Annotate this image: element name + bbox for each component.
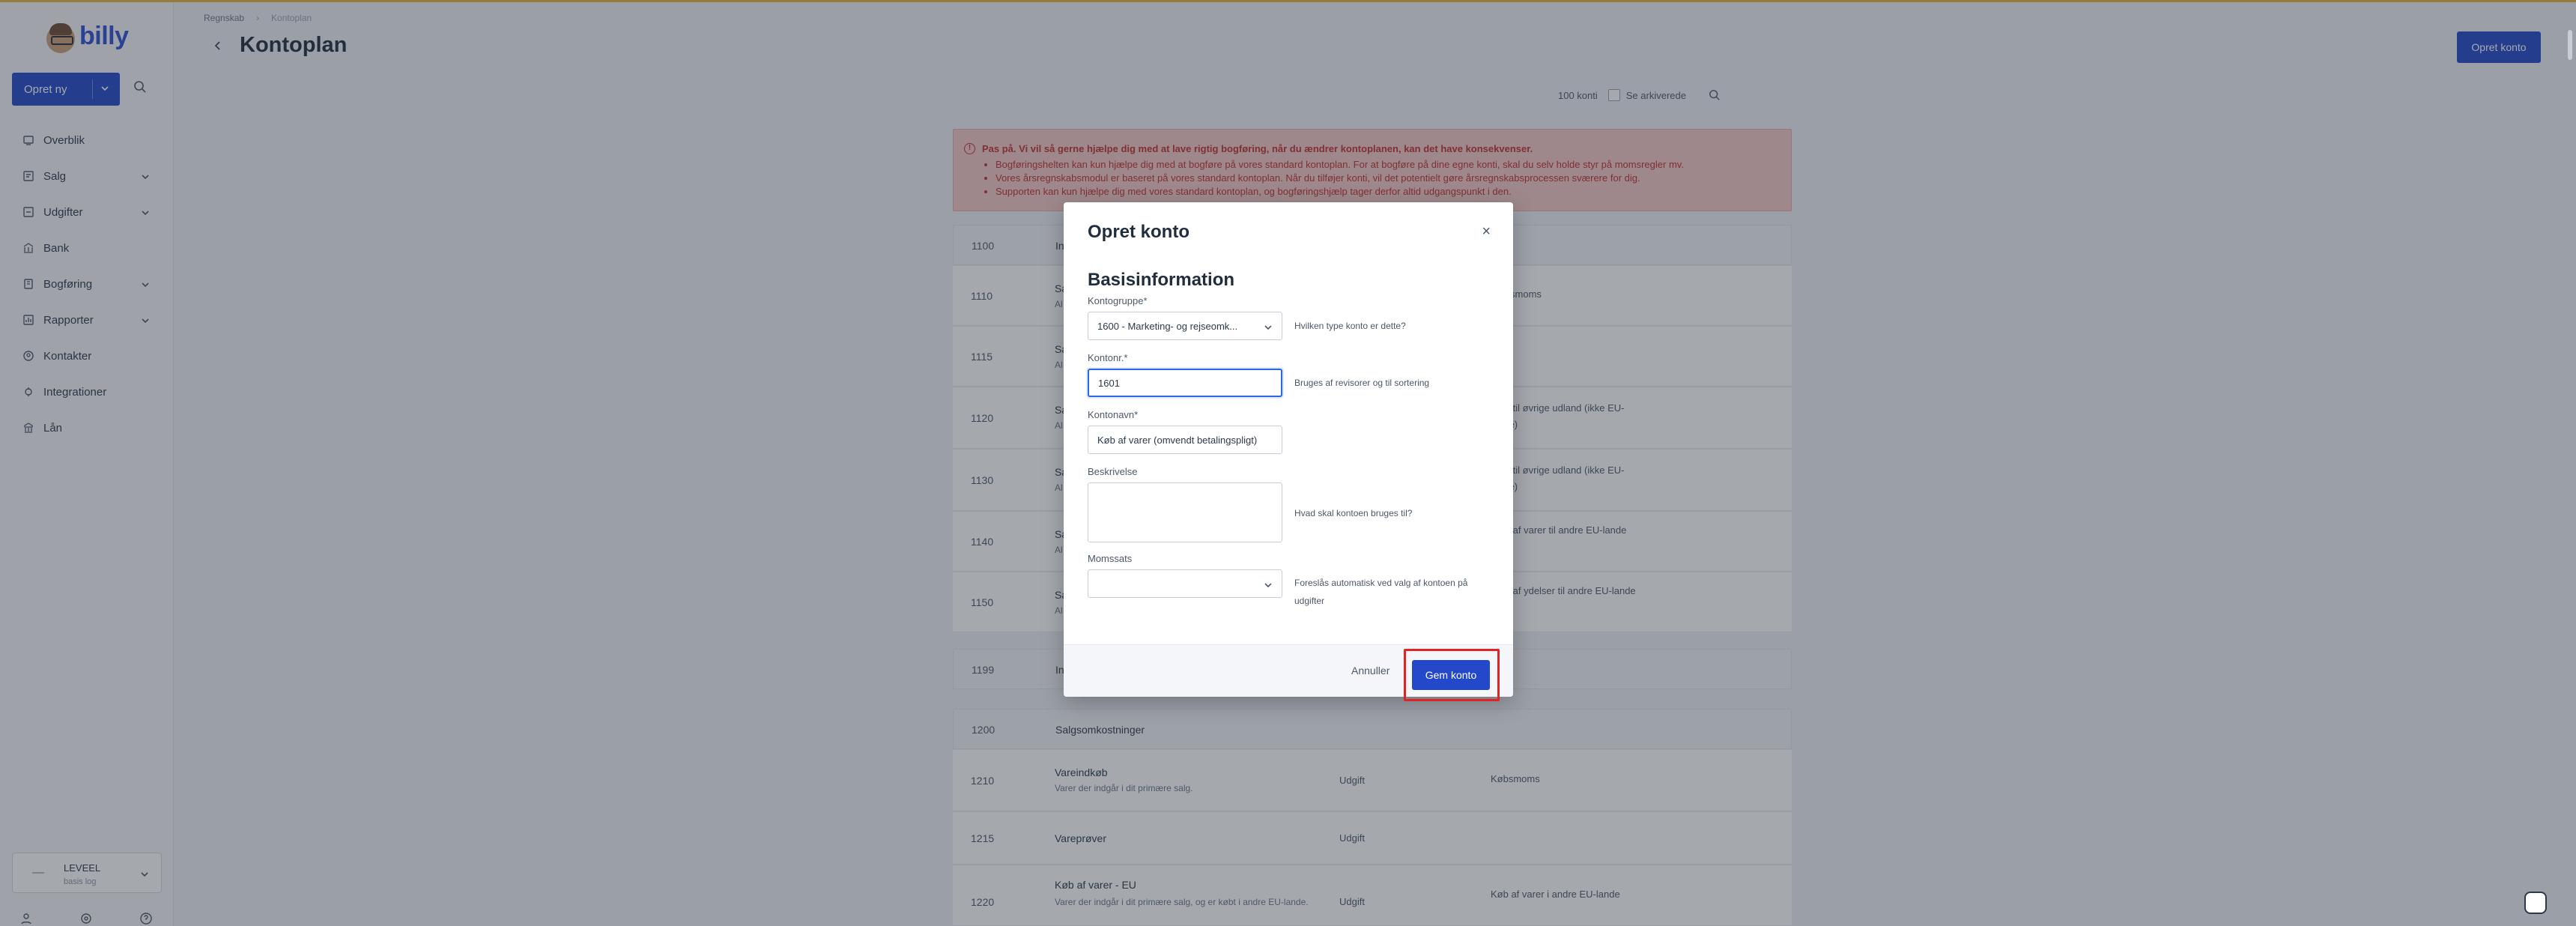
account-number-value: 1601 xyxy=(1098,377,1120,389)
dialog-footer: Annuller Gem konto xyxy=(1064,644,1513,701)
account-number-help: Bruges af revisorer og til sortering xyxy=(1294,378,1430,388)
cancel-button[interactable]: Annuller xyxy=(1351,665,1389,677)
account-group-help: Hvilken type konto er dette? xyxy=(1294,321,1406,331)
section-title: Basisinformation xyxy=(1088,270,1235,290)
create-account-dialog: Opret konto × Basisinformation Kontogrup… xyxy=(1064,202,1513,701)
chevron-down-icon xyxy=(1264,583,1272,588)
save-account-button[interactable]: Gem konto xyxy=(1412,660,1490,690)
description-label: Beskrivelse xyxy=(1088,466,1138,477)
close-icon[interactable]: × xyxy=(1482,223,1491,240)
account-number-label: Kontonr.* xyxy=(1088,352,1128,363)
account-group-value: 1600 - Marketing- og rejseomk... xyxy=(1097,320,1238,332)
account-number-input[interactable]: 1601 xyxy=(1088,369,1282,397)
chevron-down-icon xyxy=(1264,325,1272,330)
description-help: Hvad skal kontoen bruges til? xyxy=(1294,508,1413,518)
dialog-title: Opret konto xyxy=(1088,222,1189,242)
account-group-label: Kontogruppe* xyxy=(1088,295,1148,306)
account-name-label: Kontonavn* xyxy=(1088,409,1139,420)
save-highlight-box: Gem konto xyxy=(1404,649,1500,701)
vat-rate-select[interactable] xyxy=(1088,569,1282,598)
page-scrollbar[interactable] xyxy=(2568,30,2572,60)
vat-rate-help: Foreslås automatisk ved valg af kontoen … xyxy=(1294,578,1468,606)
account-name-value: Køb af varer (omvendt betalingspligt) xyxy=(1097,434,1258,446)
description-textarea[interactable] xyxy=(1088,482,1282,542)
account-name-input[interactable]: Køb af varer (omvendt betalingspligt) xyxy=(1088,426,1282,454)
vat-rate-label: Momssats xyxy=(1088,553,1133,564)
chat-icon[interactable] xyxy=(2524,892,2547,914)
account-group-select[interactable]: 1600 - Marketing- og rejseomk... xyxy=(1088,312,1282,340)
